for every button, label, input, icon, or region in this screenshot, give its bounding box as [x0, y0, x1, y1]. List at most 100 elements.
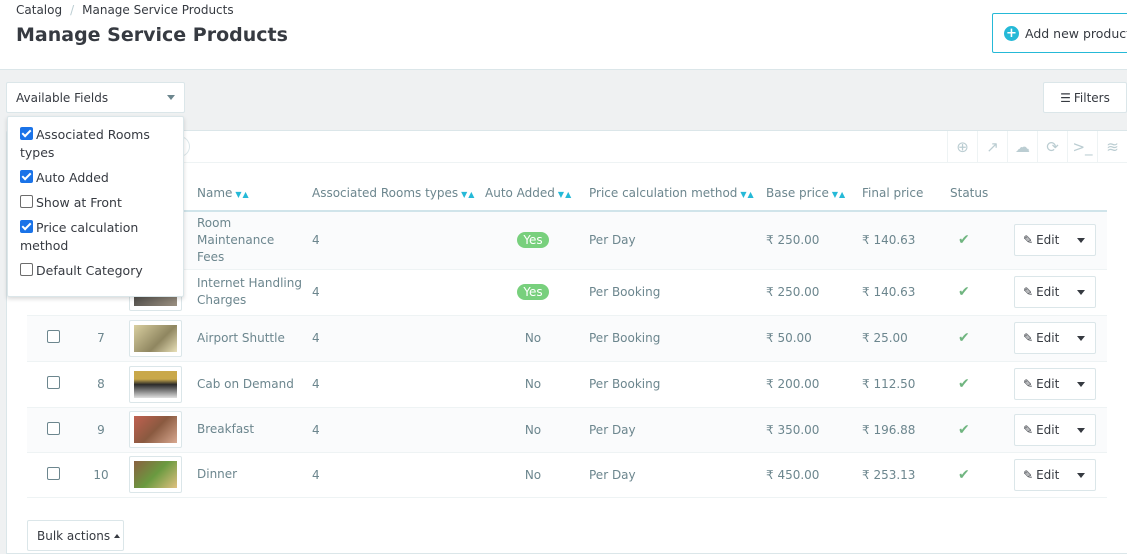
add-new-product-button[interactable]: + Add new product: [992, 13, 1127, 53]
check-icon[interactable]: ✔: [958, 376, 970, 392]
auto-added-badge: No: [524, 331, 542, 345]
sort-icon[interactable]: ▼▲: [235, 190, 249, 199]
pencil-icon: ✎: [1023, 377, 1034, 391]
field-option[interactable]: Associated Rooms types: [20, 126, 171, 162]
edit-label: Edit: [1036, 422, 1060, 437]
header-name[interactable]: Name ▼▲: [193, 176, 308, 212]
header-associated-rooms[interactable]: Associated Rooms types ▼▲: [308, 176, 481, 212]
add-icon[interactable]: ⊕: [947, 131, 977, 163]
pencil-icon: ✎: [1023, 467, 1034, 482]
table-row[interactable]: 9 Breakfast 4 No Per Day ₹ 350.00 ₹ 196.…: [27, 407, 1107, 453]
edit-button[interactable]: ✎ Edit: [1014, 224, 1096, 257]
row-price-method: Per Booking: [585, 361, 762, 408]
row-status[interactable]: ✔: [946, 211, 1010, 270]
filters-button[interactable]: ☰ Filters: [1043, 82, 1127, 113]
database-icon[interactable]: ≋: [1097, 131, 1127, 163]
table-row[interactable]: 7 Airport Shuttle 4 No Per Booking ₹ 50.…: [27, 315, 1107, 362]
check-icon[interactable]: ✔: [958, 232, 970, 248]
row-thumb-cell: [125, 315, 193, 362]
checkbox-checked-icon[interactable]: [20, 220, 33, 233]
checkbox-unchecked-icon[interactable]: [20, 195, 33, 208]
pencil-icon: ✎: [1023, 285, 1034, 299]
edit-label: Edit: [1036, 331, 1060, 345]
row-associated-rooms: 4: [308, 452, 481, 498]
row-price-method: Per Booking: [585, 315, 762, 362]
row-status[interactable]: ✔: [946, 269, 1010, 316]
plus-circle-icon: +: [1004, 25, 1019, 41]
row-checkbox[interactable]: [47, 421, 60, 435]
chevron-down-icon[interactable]: [1077, 382, 1085, 387]
refresh-icon[interactable]: ⟳: [1037, 131, 1067, 163]
edit-button[interactable]: ✎ Edit: [1014, 368, 1096, 400]
row-actions: ✎ Edit: [1010, 407, 1107, 453]
row-actions: ✎ Edit: [1010, 211, 1107, 270]
edit-button[interactable]: ✎ Edit: [1014, 322, 1096, 354]
row-select-cell: [27, 407, 77, 453]
sort-icon[interactable]: ▼▲: [558, 190, 572, 199]
row-name: Cab on Demand: [193, 361, 308, 408]
row-checkbox[interactable]: [47, 466, 60, 480]
chevron-down-icon[interactable]: [1077, 427, 1085, 433]
edit-button[interactable]: ✎ Edit: [1014, 413, 1096, 446]
row-id: 8: [77, 361, 125, 408]
sort-icon[interactable]: ▼▲: [740, 190, 754, 199]
bulk-actions-button[interactable]: Bulk actions: [27, 520, 124, 551]
available-fields-select[interactable]: Available Fields: [6, 82, 185, 113]
row-actions: ✎ Edit: [1010, 315, 1107, 362]
row-checkbox[interactable]: [47, 376, 60, 389]
pencil-icon: ✎: [1023, 233, 1034, 248]
terminal-icon[interactable]: >_: [1067, 131, 1097, 163]
field-option[interactable]: Default Category: [20, 262, 171, 280]
edit-button[interactable]: ✎ Edit: [1014, 458, 1096, 491]
header-auto-added[interactable]: Auto Added ▼▲: [481, 176, 585, 212]
chevron-down-icon[interactable]: [1077, 336, 1085, 341]
sort-icon[interactable]: ▼▲: [461, 190, 475, 199]
edit-label: Edit: [1036, 377, 1060, 391]
row-auto-added: Yes: [481, 269, 585, 316]
checkbox-checked-icon[interactable]: [20, 170, 33, 183]
row-auto-added: No: [481, 452, 585, 498]
product-thumbnail: [129, 411, 182, 448]
check-icon[interactable]: ✔: [958, 467, 970, 483]
field-option-label: Default Category: [36, 263, 143, 278]
header-assoc-label: Associated Rooms types: [312, 186, 459, 200]
breadcrumb-catalog[interactable]: Catalog: [16, 3, 62, 17]
check-icon[interactable]: ✔: [958, 330, 970, 346]
chevron-down-icon[interactable]: [1077, 290, 1085, 295]
header-price-method[interactable]: Price calculation method ▼▲: [585, 176, 762, 212]
row-status[interactable]: ✔: [946, 452, 1010, 498]
cloud-upload-icon[interactable]: ☁: [1007, 131, 1037, 163]
field-option[interactable]: Price calculation method: [20, 219, 171, 255]
row-name: Dinner: [193, 452, 308, 498]
product-thumbnail: [129, 319, 182, 357]
checkbox-checked-icon[interactable]: [20, 127, 33, 140]
header-auto-label: Auto Added: [485, 186, 555, 200]
chevron-down-icon[interactable]: [1077, 238, 1085, 244]
field-option[interactable]: Auto Added: [20, 169, 171, 187]
table-row[interactable]: Internet Handling Charges 4 Yes Per Book…: [27, 269, 1107, 316]
row-status[interactable]: ✔: [946, 315, 1010, 362]
chevron-down-icon[interactable]: [1077, 472, 1085, 478]
row-status[interactable]: ✔: [946, 361, 1010, 408]
row-auto-added: No: [481, 361, 585, 408]
row-thumb-cell: [125, 452, 193, 498]
row-associated-rooms: 4: [308, 315, 481, 362]
row-auto-added: No: [481, 407, 585, 453]
field-option[interactable]: Show at Front: [20, 194, 171, 212]
check-icon[interactable]: ✔: [958, 284, 970, 300]
row-status[interactable]: ✔: [946, 407, 1010, 453]
row-final-price: ₹ 196.88: [858, 407, 946, 453]
row-checkbox[interactable]: [47, 330, 60, 343]
edit-button[interactable]: ✎ Edit: [1014, 276, 1096, 308]
check-icon[interactable]: ✔: [958, 422, 970, 438]
row-final-price: ₹ 253.13: [858, 452, 946, 498]
sort-icon[interactable]: ▼▲: [832, 190, 846, 199]
table-row[interactable]: Room Maintenance Fees 4 Yes Per Day ₹ 25…: [27, 211, 1107, 270]
checkbox-unchecked-icon[interactable]: [20, 263, 33, 276]
export-icon[interactable]: ↗: [977, 131, 1007, 163]
row-base-price: ₹ 200.00: [762, 361, 858, 408]
table-row[interactable]: 8 Cab on Demand 4 No Per Booking ₹ 200.0…: [27, 361, 1107, 408]
table-row[interactable]: 10 Dinner 4 No Per Day ₹ 450.00 ₹ 253.13…: [27, 452, 1107, 498]
header-base-price[interactable]: Base price ▼▲: [762, 176, 858, 212]
caret-up-icon: [114, 533, 121, 538]
